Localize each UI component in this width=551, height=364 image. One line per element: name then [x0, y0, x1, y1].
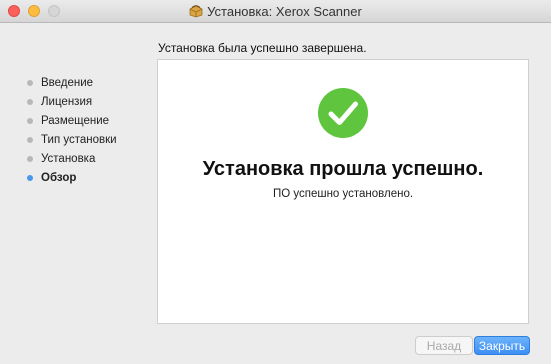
active-step-dot-icon [27, 175, 33, 181]
window-title-area: Установка: Xerox Scanner [0, 0, 551, 22]
sidebar-item-summary: Обзор [27, 169, 76, 187]
step-dot-icon [27, 156, 33, 162]
step-dot-icon [27, 80, 33, 86]
sidebar-item-destination: Размещение [27, 112, 109, 130]
sidebar-item-label: Тип установки [41, 134, 117, 146]
step-dot-icon [27, 99, 33, 105]
success-message: ПО успешно установлено. [272, 188, 414, 200]
package-icon [189, 5, 203, 18]
installer-window: Установка: Xerox Scanner Установка была … [0, 0, 551, 364]
sidebar-item-label: Размещение [41, 115, 110, 127]
sidebar-item-label: Лицензия [41, 96, 93, 108]
sidebar-item-install-type: Тип установки [27, 131, 117, 149]
sidebar-item-label: Обзор [41, 172, 77, 184]
sidebar-item-label: Введение [41, 77, 94, 89]
sidebar-item-license: Лицензия [27, 93, 92, 111]
step-dot-icon [27, 118, 33, 124]
success-heading: Установка прошла успешно. [202, 158, 484, 180]
sidebar-item-introduction: Введение [27, 74, 93, 92]
status-header: Установка была успешно завершена. [158, 41, 367, 55]
checkmark-success-icon [318, 88, 368, 138]
window-title: Установка: Xerox Scanner [207, 3, 362, 19]
content-panel: Установка прошла успешно. ПО успешно уст… [157, 59, 529, 324]
sidebar-item-installation: Установка [27, 150, 95, 168]
close-button[interactable]: Закрыть [474, 336, 530, 355]
title-bar[interactable]: Установка: Xerox Scanner [0, 0, 551, 23]
step-dot-icon [27, 137, 33, 143]
back-button[interactable]: Назад [415, 336, 473, 355]
sidebar-item-label: Установка [41, 153, 96, 165]
